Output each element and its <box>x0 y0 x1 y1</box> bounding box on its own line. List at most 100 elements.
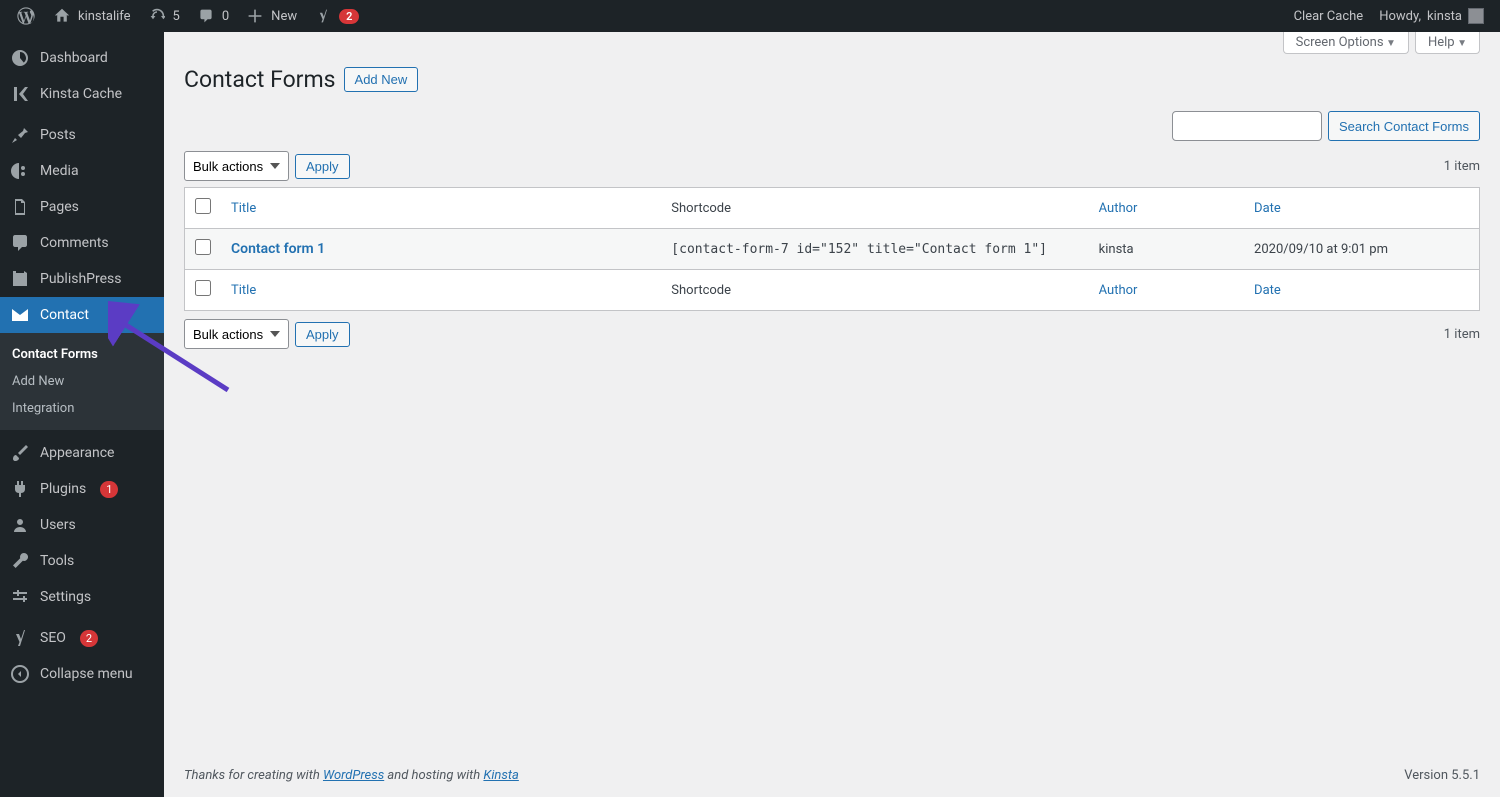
dashboard-label: Dashboard <box>40 50 108 66</box>
menu-posts[interactable]: Posts <box>0 117 164 153</box>
submenu-contact: Contact Forms Add New Integration <box>0 333 164 430</box>
page-title: Contact Forms <box>184 66 336 93</box>
my-account-link[interactable]: Howdy, kinsta <box>1371 0 1492 32</box>
plugins-badge: 1 <box>100 481 118 498</box>
col-title-header[interactable]: Title <box>231 201 256 216</box>
table-row: Contact form 1 kinsta 2020/09/10 at 9:01… <box>185 229 1480 270</box>
updates-link[interactable]: 5 <box>139 0 188 32</box>
wrench-icon <box>10 551 30 571</box>
menu-pages[interactable]: Pages <box>0 189 164 225</box>
apply-button-bottom[interactable]: Apply <box>295 322 350 347</box>
menu-users[interactable]: Users <box>0 507 164 543</box>
add-new-button[interactable]: Add New <box>344 67 419 92</box>
col-author-footer[interactable]: Author <box>1099 283 1138 298</box>
media-icon <box>10 161 30 181</box>
media-label: Media <box>40 163 79 179</box>
menu-collapse[interactable]: Collapse menu <box>0 656 164 692</box>
clear-cache-link[interactable]: Clear Cache <box>1286 0 1372 32</box>
menu-tools[interactable]: Tools <box>0 543 164 579</box>
menu-appearance[interactable]: Appearance <box>0 435 164 471</box>
col-date-footer[interactable]: Date <box>1254 283 1281 298</box>
menu-kinsta-cache[interactable]: Kinsta Cache <box>0 76 164 112</box>
footer-wordpress-link[interactable]: WordPress <box>323 768 384 783</box>
help-tab[interactable]: Help <box>1415 32 1480 54</box>
menu-contact[interactable]: Contact <box>0 297 164 333</box>
appearance-label: Appearance <box>40 445 114 461</box>
row-checkbox[interactable] <box>195 239 211 255</box>
search-input[interactable] <box>1172 111 1322 141</box>
pin-icon <box>10 125 30 145</box>
refresh-icon <box>147 6 167 26</box>
calendar-icon <box>10 269 30 289</box>
admin-toolbar: kinstalife 5 0 New 2 C <box>0 0 1500 32</box>
forms-table: Title Shortcode Author Date Contact form… <box>184 187 1480 311</box>
bulk-actions-select-bottom[interactable]: Bulk actions <box>184 319 289 349</box>
search-button[interactable]: Search Contact Forms <box>1328 111 1480 141</box>
tools-label: Tools <box>40 553 74 569</box>
mail-icon <box>10 305 30 325</box>
collapse-icon <box>10 664 30 684</box>
bulk-actions-select-top[interactable]: Bulk actions <box>184 151 289 181</box>
select-all-bottom[interactable] <box>195 280 211 296</box>
comments-link[interactable]: 0 <box>188 0 237 32</box>
submenu-integration[interactable]: Integration <box>0 395 164 422</box>
footer-version: Version 5.5.1 <box>1404 768 1480 783</box>
kinsta-icon <box>10 84 30 104</box>
site-name-link[interactable]: kinstalife <box>44 0 139 32</box>
updates-count: 5 <box>173 9 180 24</box>
yoast-link[interactable]: 2 <box>305 0 367 32</box>
menu-settings[interactable]: Settings <box>0 579 164 615</box>
dashboard-icon <box>10 48 30 68</box>
menu-comments[interactable]: Comments <box>0 225 164 261</box>
col-title-footer[interactable]: Title <box>231 283 256 298</box>
plus-icon <box>245 6 265 26</box>
content-area: Screen Options Help Contact Forms Add Ne… <box>164 32 1500 797</box>
user-icon <box>10 515 30 535</box>
site-name-text: kinstalife <box>78 9 131 24</box>
admin-footer: Thanks for creating with WordPress and h… <box>164 754 1500 797</box>
select-all-top[interactable] <box>195 198 211 214</box>
items-count-bottom: 1 item <box>1444 327 1480 342</box>
footer-hosting-middle: and hosting with <box>384 768 483 783</box>
users-label: Users <box>40 517 76 533</box>
apply-button-top[interactable]: Apply <box>295 154 350 179</box>
seo-label: SEO <box>40 630 66 646</box>
wp-logo[interactable] <box>8 0 44 32</box>
bulk-actions-top: Bulk actions Apply 1 item <box>184 151 1480 181</box>
footer-thanks-prefix: Thanks for creating with <box>184 768 323 783</box>
col-date-header[interactable]: Date <box>1254 201 1281 216</box>
menu-dashboard[interactable]: Dashboard <box>0 40 164 76</box>
admin-sidebar: Dashboard Kinsta Cache Posts Media Pages… <box>0 32 164 797</box>
submenu-add-new[interactable]: Add New <box>0 368 164 395</box>
comments-label: Comments <box>40 235 109 251</box>
seo-badge: 2 <box>80 630 98 647</box>
row-title-link[interactable]: Contact form 1 <box>231 241 325 257</box>
kinsta-cache-label: Kinsta Cache <box>40 86 122 102</box>
col-shortcode-header: Shortcode <box>671 201 731 216</box>
brush-icon <box>10 443 30 463</box>
search-row: Search Contact Forms <box>184 111 1480 141</box>
screen-options-tab[interactable]: Screen Options <box>1283 32 1409 54</box>
col-author-header[interactable]: Author <box>1099 201 1138 216</box>
plugins-label: Plugins <box>40 481 86 497</box>
pages-label: Pages <box>40 199 79 215</box>
col-shortcode-footer: Shortcode <box>671 283 731 298</box>
publishpress-label: PublishPress <box>40 271 121 287</box>
yoast-badge: 2 <box>339 9 359 24</box>
screen-meta: Screen Options Help <box>184 32 1480 54</box>
menu-plugins[interactable]: Plugins 1 <box>0 471 164 507</box>
clear-cache-label: Clear Cache <box>1294 9 1364 24</box>
menu-seo[interactable]: SEO 2 <box>0 620 164 656</box>
submenu-contact-forms[interactable]: Contact Forms <box>0 341 164 368</box>
new-content-link[interactable]: New <box>237 0 305 32</box>
home-icon <box>52 6 72 26</box>
yoast-icon <box>313 6 333 26</box>
shortcode-field[interactable] <box>671 242 1078 257</box>
yoast-icon <box>10 628 30 648</box>
footer-kinsta-link[interactable]: Kinsta <box>483 768 518 783</box>
bulk-actions-bottom: Bulk actions Apply 1 item <box>184 319 1480 349</box>
menu-media[interactable]: Media <box>0 153 164 189</box>
settings-label: Settings <box>40 589 91 605</box>
menu-publishpress[interactable]: PublishPress <box>0 261 164 297</box>
comment-icon <box>10 233 30 253</box>
